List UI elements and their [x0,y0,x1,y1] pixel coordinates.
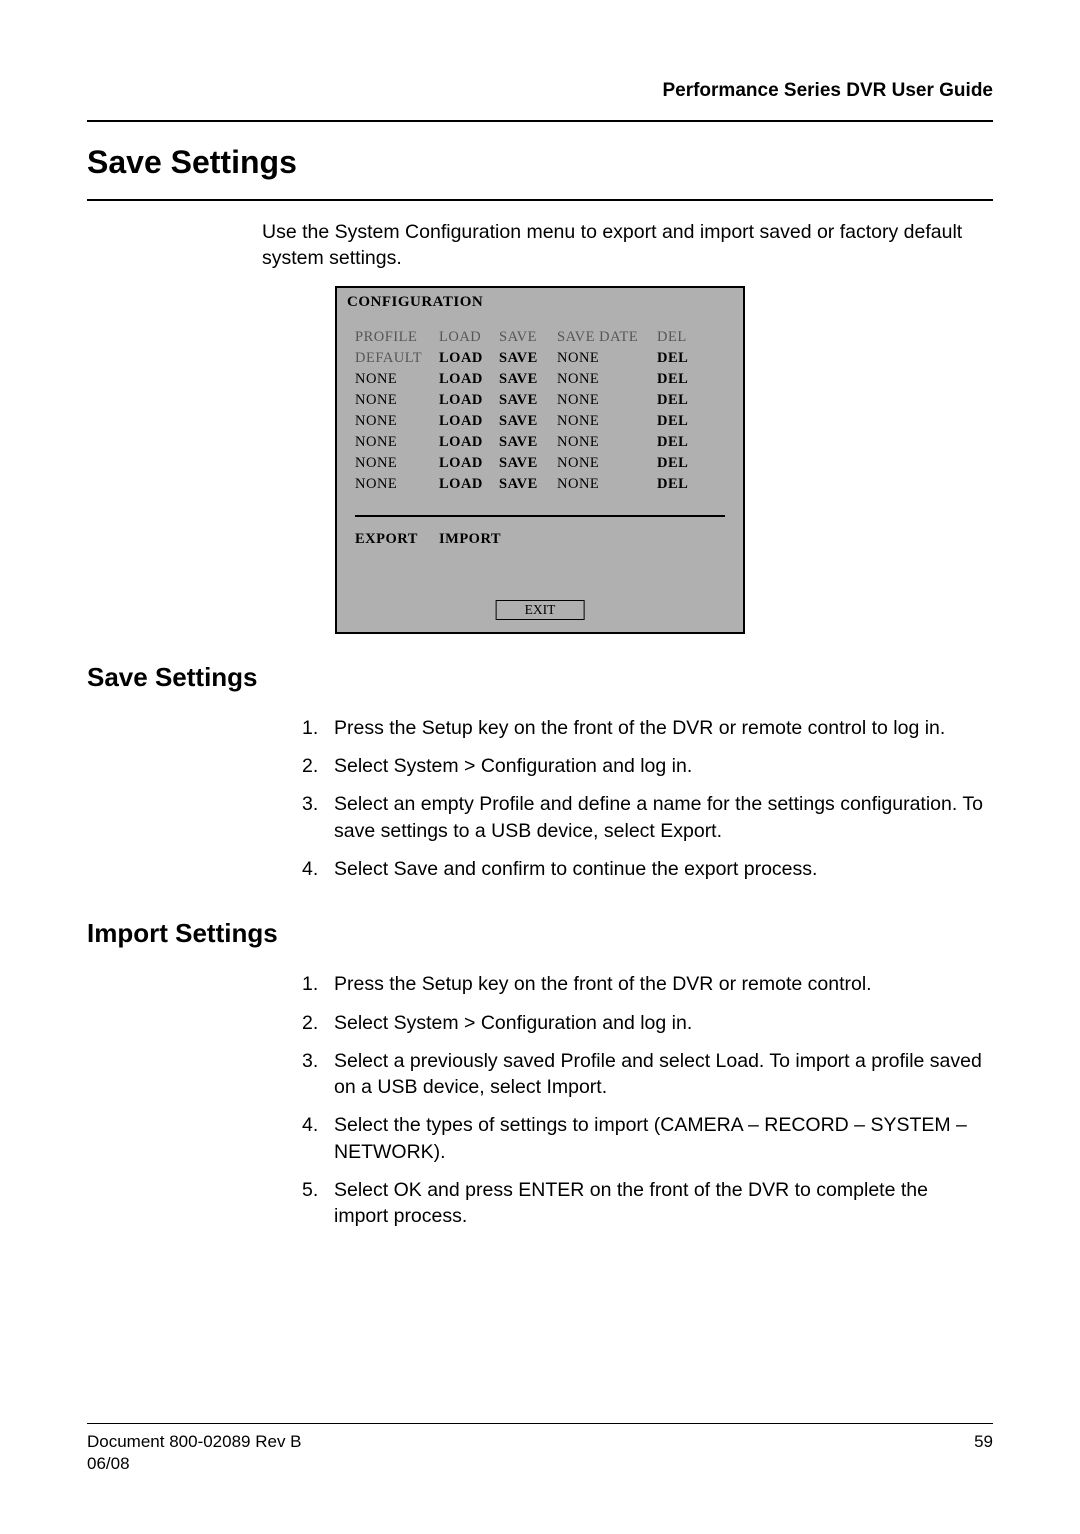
save-settings-heading: Save Settings [87,662,993,693]
config-header-row: PROFILE LOAD SAVE SAVE DATE DEL [355,327,725,348]
export-import-row: EXPORT IMPORT [337,517,743,548]
footer-date: 06/08 [87,1454,993,1474]
step-text: Select a previously saved Profile and se… [334,1048,993,1101]
intro-paragraph: Use the System Configuration menu to exp… [262,219,993,272]
config-cell-c1: NONE [355,474,439,495]
config-cell-c5[interactable]: DEL [657,390,703,411]
step-number: 3. [302,791,334,844]
config-row: NONELOADSAVENONEDEL [355,453,725,474]
config-row: NONELOADSAVENONEDEL [355,411,725,432]
step-item: 5.Select OK and press ENTER on the front… [302,1177,993,1230]
col-del: DEL [657,327,703,348]
exit-button[interactable]: EXIT [496,600,585,620]
step-item: 2.Select System > Configuration and log … [302,1010,993,1036]
config-row: DEFAULTLOADSAVENONEDEL [355,348,725,369]
footer-document-id: Document 800-02089 Rev B [87,1432,302,1452]
config-cell-c2[interactable]: LOAD [439,453,499,474]
config-cell-c4: NONE [557,390,657,411]
step-number: 1. [302,971,334,997]
step-text: Select System > Configuration and log in… [334,753,993,779]
step-number: 4. [302,1112,334,1165]
config-cell-c4: NONE [557,453,657,474]
save-steps-list: 1.Press the Setup key on the front of th… [302,715,993,883]
import-button[interactable]: IMPORT [439,531,501,548]
step-number: 4. [302,856,334,882]
config-table: PROFILE LOAD SAVE SAVE DATE DEL DEFAULTL… [337,313,743,495]
step-item: 1.Press the Setup key on the front of th… [302,715,993,741]
step-number: 5. [302,1177,334,1230]
config-cell-c4: NONE [557,432,657,453]
config-cell-c1: NONE [355,411,439,432]
col-savedate: SAVE DATE [557,327,657,348]
step-item: 3.Select an empty Profile and define a n… [302,791,993,844]
footer-page-number: 59 [974,1432,993,1452]
config-cell-c5[interactable]: DEL [657,369,703,390]
page-footer: Document 800-02089 Rev B 59 06/08 [87,1423,993,1474]
config-cell-c4: NONE [557,369,657,390]
config-cell-c1: NONE [355,369,439,390]
config-cell-c3[interactable]: SAVE [499,432,557,453]
config-cell-c4: NONE [557,474,657,495]
step-item: 4.Select Save and confirm to continue th… [302,856,993,882]
config-cell-c3[interactable]: SAVE [499,390,557,411]
intro-text: Use the System Configuration menu to exp… [262,219,993,272]
config-panel-title: CONFIGURATION [337,288,743,313]
col-load: LOAD [439,327,499,348]
config-cell-c4: NONE [557,348,657,369]
import-settings-heading: Import Settings [87,918,993,949]
step-number: 3. [302,1048,334,1101]
step-text: Press the Setup key on the front of the … [334,715,993,741]
step-text: Select OK and press ENTER on the front o… [334,1177,993,1230]
step-text: Select the types of settings to import (… [334,1112,993,1165]
config-cell-c5[interactable]: DEL [657,411,703,432]
config-cell-c5[interactable]: DEL [657,348,703,369]
step-number: 2. [302,753,334,779]
config-cell-c5[interactable]: DEL [657,474,703,495]
config-cell-c2[interactable]: LOAD [439,348,499,369]
divider-title [87,199,993,201]
config-cell-c2[interactable]: LOAD [439,432,499,453]
config-cell-c2[interactable]: LOAD [439,411,499,432]
step-text: Select an empty Profile and define a nam… [334,791,993,844]
step-number: 1. [302,715,334,741]
config-cell-c4: NONE [557,411,657,432]
step-text: Press the Setup key on the front of the … [334,971,993,997]
config-cell-c5[interactable]: DEL [657,453,703,474]
header-guide-title: Performance Series DVR User Guide [87,80,993,102]
step-item: 1.Press the Setup key on the front of th… [302,971,993,997]
config-cell-c3[interactable]: SAVE [499,453,557,474]
col-profile: PROFILE [355,327,439,348]
config-cell-c3[interactable]: SAVE [499,411,557,432]
step-item: 2.Select System > Configuration and log … [302,753,993,779]
step-number: 2. [302,1010,334,1036]
step-text: Select Save and confirm to continue the … [334,856,993,882]
config-cell-c2[interactable]: LOAD [439,390,499,411]
config-cell-c5[interactable]: DEL [657,432,703,453]
config-row: NONELOADSAVENONEDEL [355,432,725,453]
config-cell-c2[interactable]: LOAD [439,369,499,390]
config-cell-c2[interactable]: LOAD [439,474,499,495]
export-button[interactable]: EXPORT [355,531,439,548]
footer-divider [87,1423,993,1424]
config-cell-c1: DEFAULT [355,348,439,369]
config-row: NONELOADSAVENONEDEL [355,369,725,390]
config-cell-c1: NONE [355,453,439,474]
configuration-screenshot: CONFIGURATION PROFILE LOAD SAVE SAVE DAT… [335,286,745,634]
divider-top [87,120,993,122]
import-steps-list: 1.Press the Setup key on the front of th… [302,971,993,1230]
step-text: Select System > Configuration and log in… [334,1010,993,1036]
page-title: Save Settings [87,144,993,181]
config-cell-c3[interactable]: SAVE [499,474,557,495]
config-cell-c3[interactable]: SAVE [499,369,557,390]
step-item: 3.Select a previously saved Profile and … [302,1048,993,1101]
config-cell-c3[interactable]: SAVE [499,348,557,369]
step-item: 4.Select the types of settings to import… [302,1112,993,1165]
config-cell-c1: NONE [355,432,439,453]
config-row: NONELOADSAVENONEDEL [355,474,725,495]
config-cell-c1: NONE [355,390,439,411]
col-save: SAVE [499,327,557,348]
config-row: NONELOADSAVENONEDEL [355,390,725,411]
